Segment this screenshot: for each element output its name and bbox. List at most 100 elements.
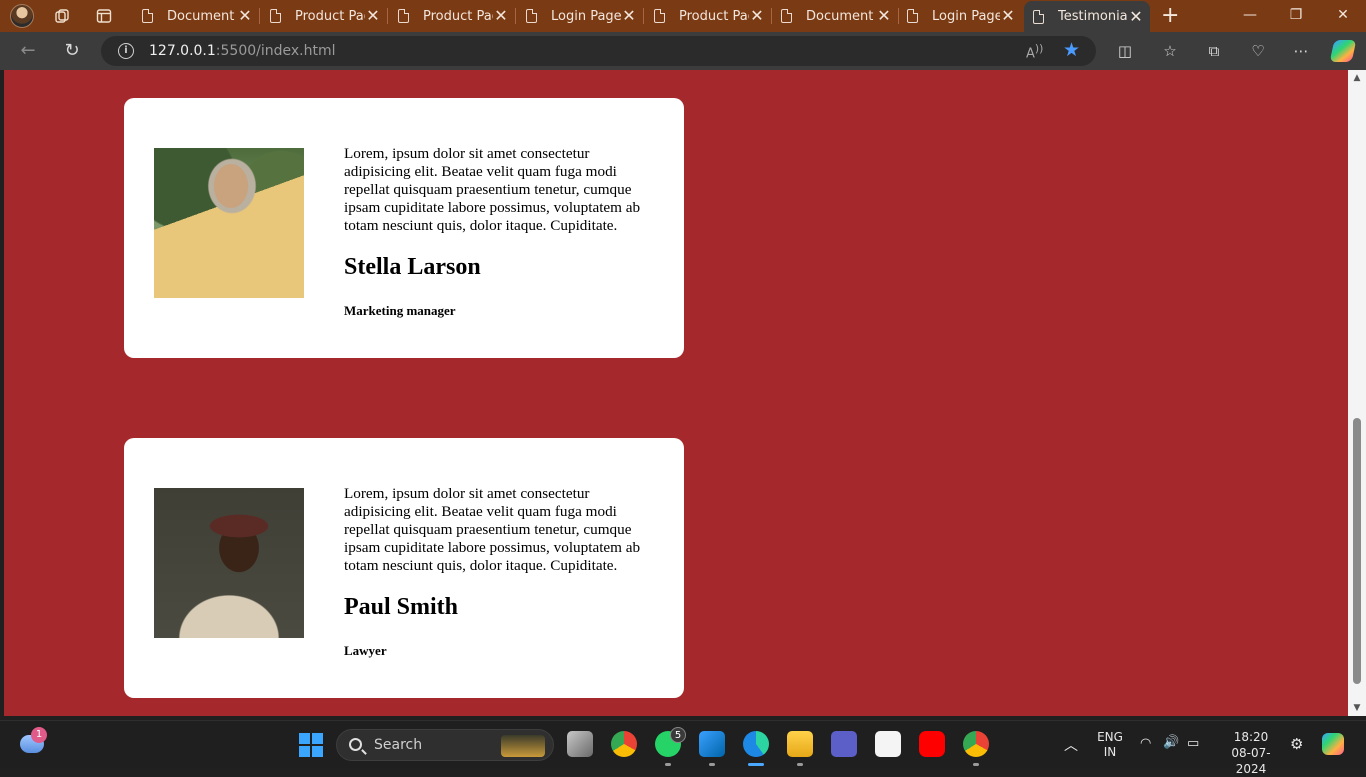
- close-tab-icon[interactable]: ✕: [1128, 8, 1144, 25]
- active-indicator: [748, 763, 764, 766]
- whatsapp-badge: 5: [670, 727, 686, 743]
- read-aloud-icon[interactable]: A)): [1026, 42, 1043, 61]
- scroll-up-arrow-icon[interactable]: ▲: [1352, 73, 1362, 83]
- tab-actions-icon[interactable]: [96, 8, 112, 24]
- testimonial-quote: Lorem, ipsum dolor sit amet consectetur …: [344, 485, 641, 574]
- browser-tab[interactable]: Document ✕: [772, 3, 899, 29]
- clock[interactable]: 18:20 08-07-2024: [1218, 729, 1284, 777]
- teams-icon[interactable]: [831, 731, 857, 757]
- chrome-icon[interactable]: [611, 731, 637, 757]
- testimonial-photo: [154, 148, 304, 298]
- microsoft-store-icon[interactable]: [875, 731, 901, 757]
- show-hidden-icons-chevron-icon[interactable]: ︿: [1064, 735, 1078, 755]
- language-label: ENG: [1097, 730, 1123, 744]
- search-label: Search: [374, 737, 423, 753]
- close-tab-icon[interactable]: ✕: [493, 8, 509, 24]
- copilot-taskbar-icon[interactable]: [1322, 733, 1344, 755]
- testimonial-name: Stella Larson: [344, 254, 481, 280]
- restore-button[interactable]: ❐: [1286, 5, 1306, 25]
- taskbar-search[interactable]: Search: [336, 729, 554, 761]
- task-view-icon[interactable]: [567, 731, 593, 757]
- scroll-down-arrow-icon[interactable]: ▼: [1352, 703, 1362, 713]
- page-icon: [526, 9, 537, 23]
- tab-label: Login Page: [932, 8, 1000, 24]
- clock-date: 08-07-2024: [1231, 746, 1271, 776]
- region-label: IN: [1103, 745, 1117, 759]
- page-icon: [907, 9, 918, 23]
- browser-essentials-icon[interactable]: ♡: [1248, 41, 1268, 61]
- url-host: 127.0.0.1: [149, 43, 216, 59]
- browser-tab[interactable]: Product Pag ✕: [645, 3, 772, 29]
- youtube-icon[interactable]: [919, 731, 945, 757]
- tab-label: Document: [167, 8, 235, 24]
- tab-label: Product Pag: [423, 8, 493, 24]
- search-icon: [349, 738, 362, 751]
- page-icon: [781, 9, 792, 23]
- running-indicator: [797, 763, 803, 766]
- page-scrollbar[interactable]: ▲ ▼: [1348, 70, 1366, 716]
- windows-taskbar: 1 Search 5 ︿ ENG IN ◠ 🔊 ▭ 18:20 08-07-20…: [0, 720, 1366, 776]
- page-viewport: Lorem, ipsum dolor sit amet consectetur …: [4, 70, 1348, 716]
- favorite-star-icon[interactable]: ★: [1063, 39, 1080, 61]
- back-button[interactable]: ←: [18, 41, 38, 61]
- collections-icon[interactable]: ⧉: [1204, 41, 1224, 61]
- tab-label: Login Page: [551, 8, 621, 24]
- new-tab-button[interactable]: +: [1161, 5, 1179, 27]
- browser-tab-active[interactable]: Testimonial ✕: [1024, 1, 1150, 32]
- close-tab-icon[interactable]: ✕: [365, 8, 381, 24]
- url-text[interactable]: 127.0.0.1:5500/index.html: [149, 43, 336, 59]
- copilot-icon[interactable]: [1329, 40, 1357, 62]
- page-icon: [398, 9, 409, 23]
- testimonial-photo: [154, 488, 304, 638]
- site-info-icon[interactable]: i: [118, 43, 134, 59]
- page-icon: [270, 9, 281, 23]
- battery-icon[interactable]: ▭: [1187, 736, 1199, 751]
- testimonial-card: Lorem, ipsum dolor sit amet consectetur …: [124, 438, 684, 698]
- minimize-button[interactable]: —: [1240, 5, 1260, 25]
- page-icon: [1033, 9, 1044, 24]
- browser-tab[interactable]: Product Pag ✕: [389, 3, 516, 29]
- start-button-icon[interactable]: [299, 733, 323, 757]
- weather-badge: 1: [31, 727, 47, 743]
- url-path: :5500/index.html: [215, 43, 336, 59]
- browser-tab-strip: Document ✕ Product Pag ✕ Product Pag ✕ L…: [0, 0, 1366, 32]
- browser-tab[interactable]: Login Page ✕: [898, 3, 1022, 29]
- testimonial-quote: Lorem, ipsum dolor sit amet consectetur …: [344, 145, 641, 234]
- vscode-icon[interactable]: [699, 731, 725, 757]
- testimonial-role: Lawyer: [344, 643, 387, 658]
- close-tab-icon[interactable]: ✕: [749, 8, 765, 24]
- refresh-button[interactable]: ↻: [62, 41, 82, 61]
- close-tab-icon[interactable]: ✕: [876, 8, 892, 24]
- language-indicator[interactable]: ENG IN: [1094, 730, 1126, 760]
- browser-toolbar: ← ↻ i 127.0.0.1:5500/index.html A)) ★ ◫ …: [0, 32, 1366, 70]
- close-window-button[interactable]: ✕: [1333, 5, 1353, 25]
- volume-icon[interactable]: 🔊: [1163, 735, 1179, 750]
- notifications-icon[interactable]: ⚙: [1290, 735, 1303, 753]
- edge-icon[interactable]: [743, 731, 769, 757]
- page-icon: [142, 9, 153, 23]
- tab-label: Document: [806, 8, 874, 24]
- split-screen-icon[interactable]: ◫: [1115, 41, 1135, 61]
- file-explorer-icon[interactable]: [787, 731, 813, 757]
- tab-label: Product Pag: [679, 8, 749, 24]
- browser-tab[interactable]: Login Page ✕: [517, 3, 644, 29]
- close-tab-icon[interactable]: ✕: [1000, 8, 1016, 24]
- scrollbar-thumb[interactable]: [1353, 418, 1361, 684]
- profile-avatar-icon[interactable]: [10, 4, 34, 28]
- wifi-icon[interactable]: ◠: [1140, 736, 1151, 751]
- search-highlight-icon: [501, 735, 545, 757]
- favorites-icon[interactable]: ☆: [1160, 41, 1180, 61]
- browser-tab[interactable]: Product Pag ✕: [261, 3, 388, 29]
- testimonial-role: Marketing manager: [344, 303, 456, 318]
- more-options-icon[interactable]: ⋯: [1291, 41, 1311, 61]
- running-indicator: [665, 763, 671, 766]
- browser-tab[interactable]: Document ✕: [133, 3, 260, 29]
- close-tab-icon[interactable]: ✕: [237, 8, 253, 24]
- close-tab-icon[interactable]: ✕: [621, 8, 637, 24]
- chrome-profile-icon[interactable]: [963, 731, 989, 757]
- testimonial-name: Paul Smith: [344, 594, 459, 620]
- clock-time: 18:20: [1233, 730, 1269, 744]
- page-icon: [654, 9, 665, 23]
- address-bar[interactable]: i 127.0.0.1:5500/index.html A)) ★: [101, 36, 1096, 66]
- workspaces-icon[interactable]: [54, 8, 70, 24]
